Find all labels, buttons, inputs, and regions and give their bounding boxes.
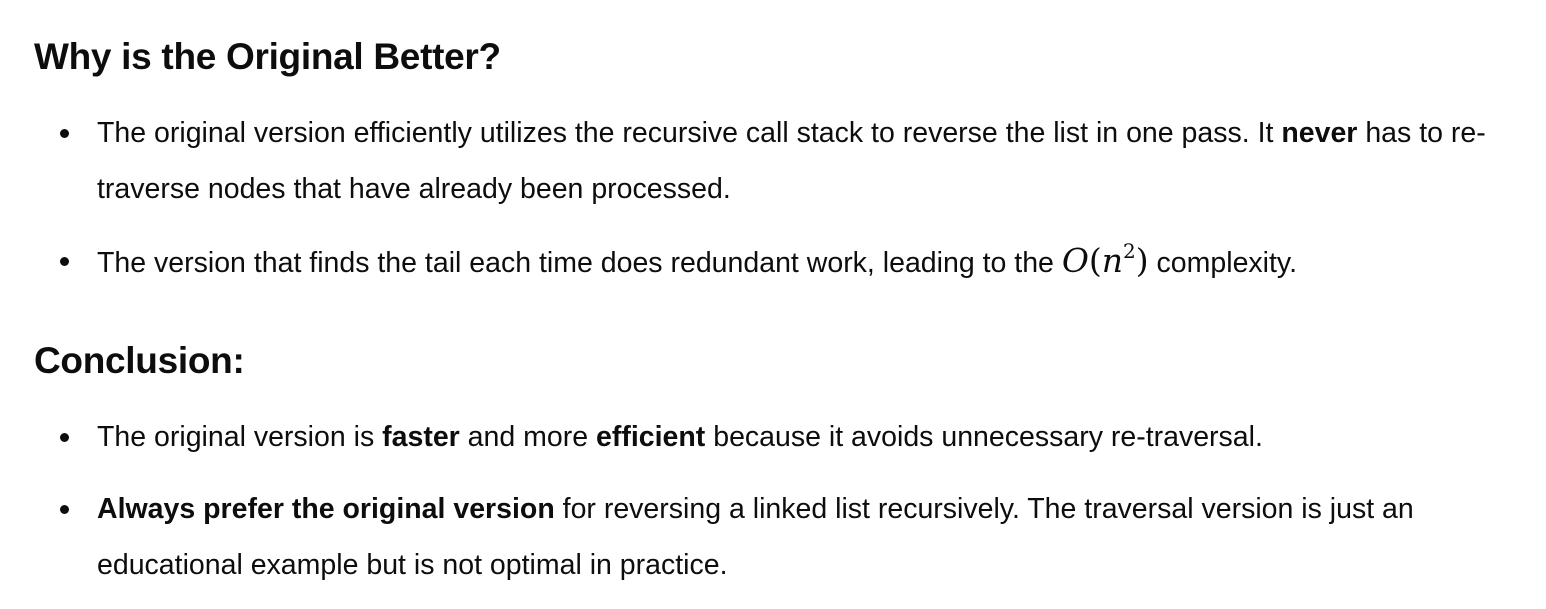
list-item: Always prefer the original version for r…	[34, 481, 1524, 593]
text: The original version is	[97, 421, 383, 453]
list-item: The original version is faster and more …	[34, 409, 1524, 465]
bold-text: never	[1281, 117, 1358, 149]
text: because it avoids unnecessary re-travers…	[705, 421, 1263, 453]
section-heading-conclusion: Conclusion:	[34, 340, 245, 381]
bullet-list-why: The original version efficiently utilize…	[34, 105, 1524, 307]
text: The original version efficiently utilize…	[97, 117, 1282, 149]
list-item: The original version efficiently utilize…	[34, 105, 1524, 217]
math-exponent: 2	[1123, 239, 1136, 263]
math-symbol: O	[1061, 241, 1089, 280]
bold-text: faster	[382, 421, 460, 453]
math-paren: )	[1135, 241, 1149, 280]
list-item: The version that finds the tail each tim…	[34, 233, 1524, 291]
bold-text: Always prefer the original version	[97, 493, 555, 525]
math-expression: O(n2)	[1062, 241, 1149, 280]
bold-text: efficient	[596, 421, 706, 453]
math-paren: (	[1088, 241, 1102, 280]
math-variable: n	[1101, 241, 1124, 280]
bullet-list-conclusion: The original version is faster and more …	[34, 409, 1524, 609]
text: complexity.	[1148, 247, 1297, 279]
section-heading-why: Why is the Original Better?	[34, 36, 501, 77]
text: The version that finds the tail each tim…	[97, 247, 1062, 279]
text: and more	[459, 421, 597, 453]
